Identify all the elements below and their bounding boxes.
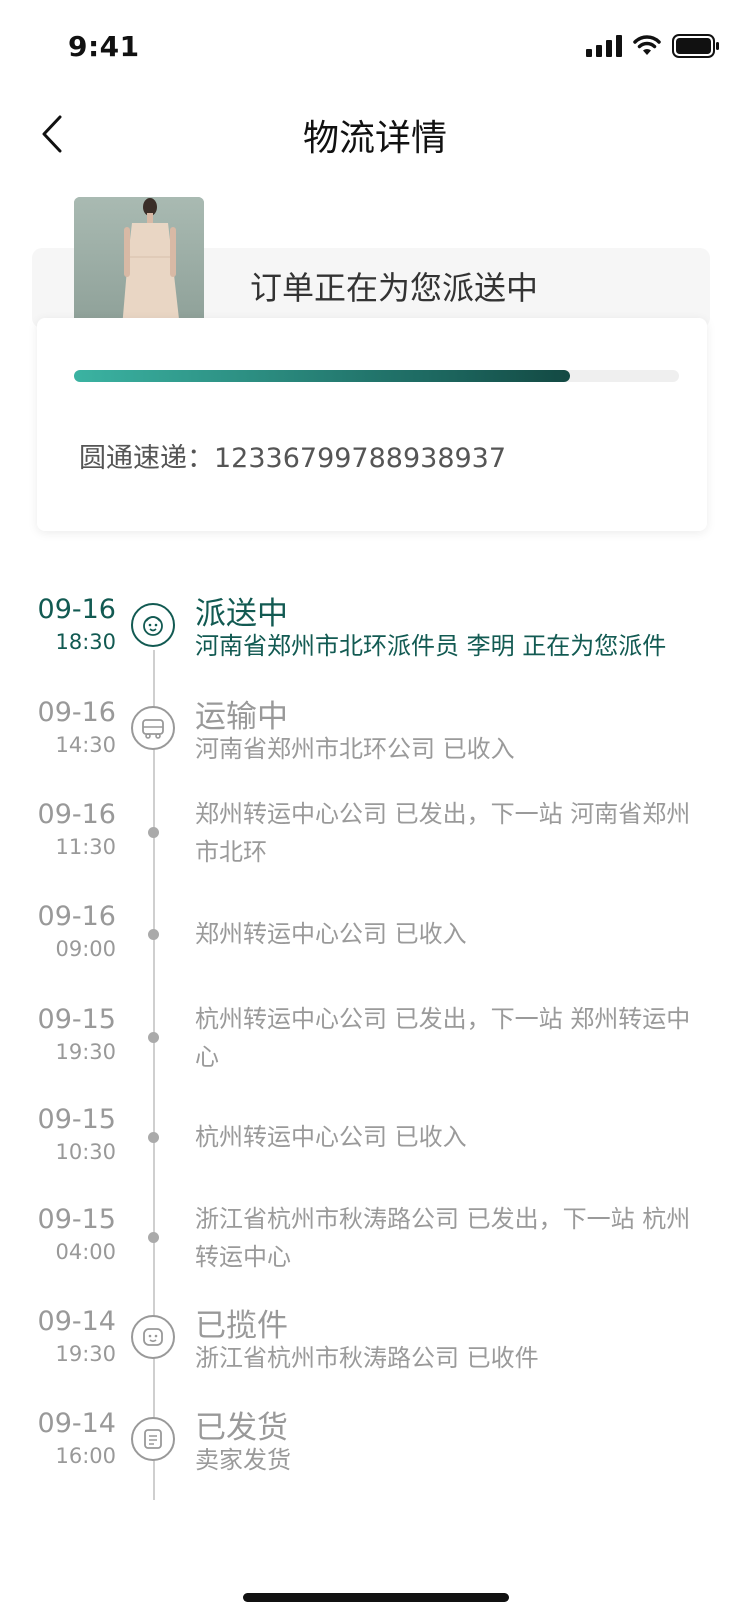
event-time: 11:30 [55,835,116,859]
order-status-text: 订单正在为您派送中 [250,269,539,307]
event-description: 杭州转运中心公司 已发出，下一站 郑州转运中心 [195,1005,691,1071]
event-description: 郑州转运中心公司 已收入 [195,920,467,948]
signal-icon [586,35,622,57]
navigation-bar: 物流详情 [0,95,750,175]
event-time: 18:30 [55,630,116,654]
event-time: 09:00 [55,937,116,961]
delivery-progress-bar [74,370,679,382]
event-description: 河南省郑州市北环公司 已收入 [195,735,515,763]
status-icons [586,34,720,58]
event-description: 浙江省杭州市秋涛路公司 已发出，下一站 杭州转运中心 [195,1205,691,1271]
courier-face-icon [131,603,175,647]
event-date: 09-14 [37,1306,116,1337]
event-date: 09-14 [37,1408,116,1439]
event-time: 10:30 [55,1140,116,1164]
event-date: 09-16 [37,594,116,625]
box-icon [131,1417,175,1461]
status-time: 9:41 [68,30,140,63]
timeline-dot [148,827,159,838]
event-date: 09-16 [37,697,116,728]
event-time: 14:30 [55,733,116,757]
event-date: 09-15 [37,1204,116,1235]
home-indicator [243,1593,509,1602]
event-time: 04:00 [55,1240,116,1264]
dress-image [74,197,204,328]
event-description: 卖家发货 [195,1446,291,1474]
delivery-progress-fill [74,370,571,382]
timeline-line [153,650,155,1500]
event-time: 16:00 [55,1444,116,1468]
event-time: 19:30 [55,1342,116,1366]
event-description: 河南省郑州市北环派件员 李明 正在为您派件 [195,632,667,660]
event-description: 杭州转运中心公司 已收入 [195,1123,467,1151]
package-face-icon [131,1315,175,1359]
event-date: 09-15 [37,1004,116,1035]
event-date: 09-15 [37,1104,116,1135]
event-description: 浙江省杭州市秋涛路公司 已收件 [195,1344,539,1372]
truck-icon [131,706,175,750]
battery-icon [672,34,719,58]
page-title: 物流详情 [302,118,447,159]
status-bar: 9:41 [0,0,750,90]
event-time: 19:30 [55,1040,116,1064]
timeline-dot [148,1232,159,1243]
product-thumbnail[interactable] [74,197,204,328]
timeline-dot [148,929,159,940]
logistics-card: 圆通速递：12336799788938937 [37,318,707,531]
timeline-dot [148,1132,159,1143]
tracking-number: 圆通速递：12336799788938937 [79,443,507,474]
event-date: 09-16 [37,901,116,932]
event-description: 郑州转运中心公司 已发出，下一站 河南省郑州市北环 [195,800,691,866]
event-date: 09-16 [37,799,116,830]
wifi-icon [633,35,661,55]
timeline-dot [148,1032,159,1043]
